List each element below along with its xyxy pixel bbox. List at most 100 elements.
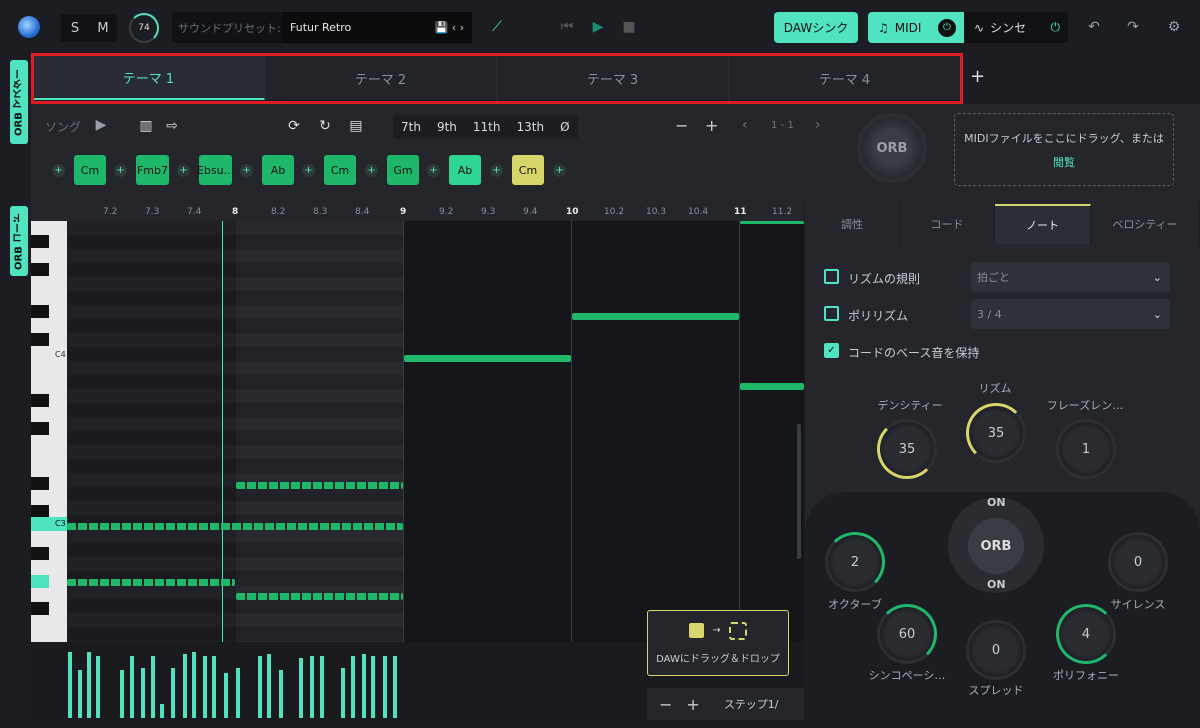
arrow-right-box-icon[interactable]: ⇨	[163, 117, 181, 135]
song-play-icon[interactable]: ▶	[93, 117, 109, 133]
chord-6[interactable]: Gm	[387, 155, 419, 185]
black-key[interactable]	[31, 394, 49, 407]
velocity-bar[interactable]	[371, 656, 375, 718]
add-chord-icon[interactable]: +	[177, 164, 190, 177]
tab-chord[interactable]: コード	[900, 204, 995, 244]
velocity-bar[interactable]	[68, 652, 72, 718]
redo-icon[interactable]: ↷	[1124, 18, 1142, 36]
velocity-bar[interactable]	[267, 654, 271, 718]
velocity-bar[interactable]	[320, 656, 324, 718]
chord-2[interactable]: Fmb7	[136, 155, 169, 185]
cycle-icon[interactable]: ⟳	[285, 117, 303, 135]
add-tab-button[interactable]: +	[970, 66, 985, 87]
volume-knob[interactable]: 74	[129, 13, 159, 43]
chord-7[interactable]: Ab	[449, 155, 481, 185]
save-prev-next-icons[interactable]: 💾 ‹ ›	[435, 21, 473, 34]
chord-1[interactable]: Cm	[74, 155, 106, 185]
velocity-bar[interactable]	[224, 673, 228, 718]
step-plus-button[interactable]: +	[686, 695, 699, 714]
zoom-minus-button[interactable]: −	[675, 116, 688, 135]
velocity-bar[interactable]	[203, 656, 207, 718]
black-key[interactable]	[31, 477, 49, 490]
black-key[interactable]	[31, 235, 49, 248]
orb-on-top[interactable]: ON	[987, 496, 1006, 509]
note-row[interactable]	[236, 482, 403, 489]
note-row[interactable]	[67, 523, 403, 530]
orb-chord-side-tab[interactable]: ORB コード	[10, 206, 28, 276]
note[interactable]	[572, 313, 739, 320]
tab-theme-4[interactable]: テーマ 4	[729, 56, 961, 100]
orb-main-button[interactable]: ORB	[857, 113, 927, 183]
ext-dim-button[interactable]: Ø	[552, 115, 577, 139]
density-knob[interactable]: 35	[877, 419, 937, 479]
chord-type-icon[interactable]: ↻	[316, 117, 334, 135]
black-key[interactable]	[31, 333, 49, 346]
velocity-bar[interactable]	[212, 656, 216, 718]
black-key-active[interactable]	[31, 575, 49, 588]
velocity-bar[interactable]	[341, 668, 345, 718]
step-minus-button[interactable]: −	[659, 695, 672, 714]
piano-keys-icon[interactable]: ▥	[137, 117, 155, 135]
add-chord-icon[interactable]: +	[240, 164, 253, 177]
synth-button[interactable]: ∿ シンセ ⏻	[964, 12, 1068, 43]
octave-knob[interactable]: 2	[825, 532, 885, 592]
sound-preset-selector[interactable]: サウンドプリセット: Futur Retro 💾 ‹ ›	[172, 12, 472, 43]
velocity-bar[interactable]	[141, 668, 145, 718]
velocity-bar[interactable]	[383, 656, 387, 718]
black-key[interactable]	[31, 263, 49, 276]
ext-13th-button[interactable]: 13th	[509, 115, 553, 139]
chord-4[interactable]: Ab	[262, 155, 294, 185]
piano-roll-grid[interactable]	[31, 221, 804, 642]
add-chord-icon[interactable]: +	[114, 164, 127, 177]
add-chord-icon[interactable]: +	[365, 164, 378, 177]
velocity-bar[interactable]	[130, 656, 134, 718]
chord-5[interactable]: Cm	[324, 155, 356, 185]
midi-drop-zone[interactable]: MIDIファイルをここにドラッグ、または 閲覧	[954, 113, 1174, 186]
undo-icon[interactable]: ↶	[1085, 18, 1103, 36]
prev-page-icon[interactable]: ‹	[742, 117, 748, 133]
skip-back-icon[interactable]: ⏮	[558, 18, 576, 36]
tab-note[interactable]: ノート	[995, 204, 1091, 244]
ext-9th-button[interactable]: 9th	[429, 115, 465, 139]
velocity-bar[interactable]	[96, 656, 100, 718]
zoom-plus-button[interactable]: +	[705, 116, 718, 135]
tab-theme-3[interactable]: テーマ 3	[497, 56, 729, 100]
orb-master-side-tab[interactable]: ORB マスター	[10, 60, 28, 144]
velocity-bar[interactable]	[78, 670, 82, 718]
midi-button[interactable]: ♫ MIDI ⏻	[868, 12, 964, 43]
black-key[interactable]	[31, 547, 49, 560]
velocity-bar[interactable]	[362, 654, 366, 718]
syncopation-knob[interactable]: 60	[877, 604, 937, 664]
add-chord-icon[interactable]: +	[427, 164, 440, 177]
roll-scrollbar[interactable]	[797, 424, 801, 559]
tab-key[interactable]: 調性	[805, 204, 900, 244]
daw-drag-drop-box[interactable]: → DAWにドラッグ＆ドロップ	[647, 610, 789, 676]
black-key[interactable]	[31, 305, 49, 318]
velocity-bar[interactable]	[236, 668, 240, 718]
next-page-icon[interactable]: ›	[815, 117, 821, 133]
tab-theme-2[interactable]: テーマ 2	[265, 56, 497, 100]
velocity-bar[interactable]	[393, 656, 397, 718]
velocity-bar[interactable]	[87, 652, 91, 718]
velocity-bar[interactable]	[299, 658, 303, 718]
note[interactable]	[740, 221, 804, 224]
play-icon[interactable]: ▶	[589, 18, 607, 36]
ext-11th-button[interactable]: 11th	[465, 115, 509, 139]
stop-icon[interactable]: ■	[620, 18, 638, 36]
rhythm-rule-checkbox[interactable]	[824, 269, 839, 284]
grid-icon[interactable]: ▤	[347, 117, 365, 135]
velocity-bar[interactable]	[351, 656, 355, 718]
velocity-bar[interactable]	[160, 704, 164, 718]
synth-power-icon[interactable]: ⏻	[1051, 20, 1061, 35]
phrase-length-knob[interactable]: 1	[1056, 419, 1116, 479]
spread-knob[interactable]: 0	[966, 620, 1026, 680]
orb-center-button[interactable]: ORB	[968, 518, 1024, 574]
midi-power-icon[interactable]: ⏻	[938, 18, 956, 37]
mute-button[interactable]: M	[89, 14, 117, 42]
velocity-bar[interactable]	[120, 670, 124, 718]
polyrhythm-checkbox[interactable]	[824, 306, 839, 321]
solo-button[interactable]: S	[61, 14, 89, 42]
polyrhythm-select[interactable]: 3 / 4 ⌄	[971, 299, 1170, 329]
note-row[interactable]	[236, 593, 403, 600]
ext-7th-button[interactable]: 7th	[393, 115, 429, 139]
